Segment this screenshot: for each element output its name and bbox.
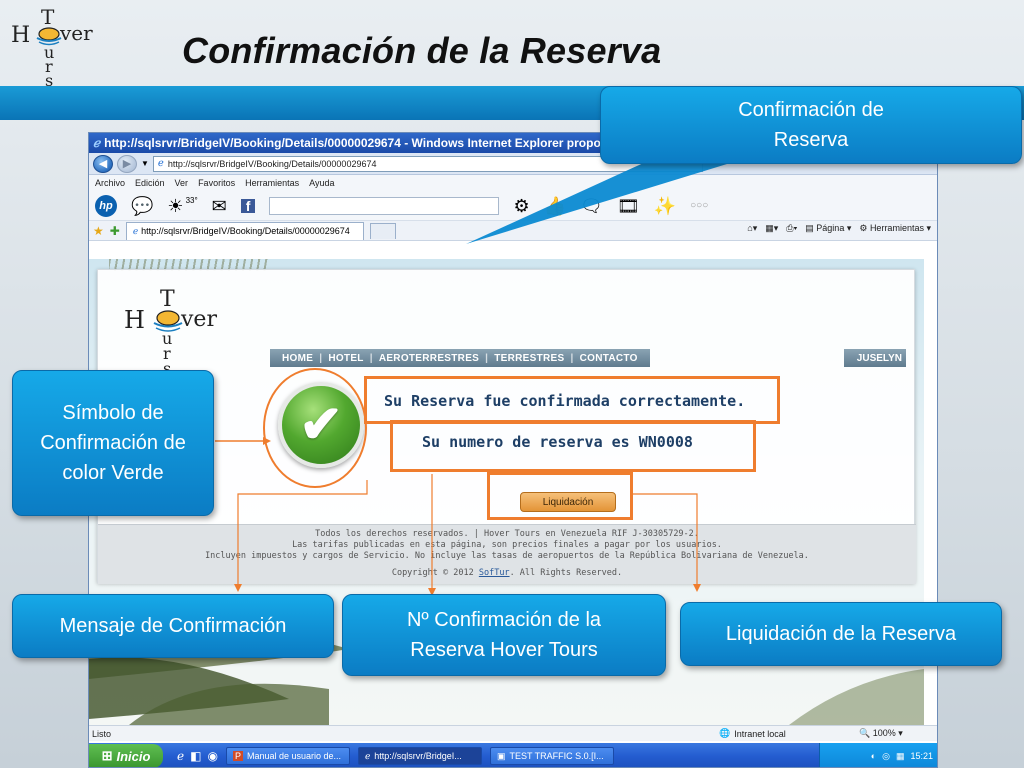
toolbar-more-icon[interactable]: ○○○: [690, 200, 708, 211]
nav-contacto[interactable]: CONTACTO: [574, 353, 644, 364]
toolbar: hp 💬 ☀ 33° ✉ f ⚙ 👍 🗨 🎞 ✨ ○○○: [89, 191, 937, 221]
footer-rights: Todos los derechos reservados. | Hover T…: [315, 529, 699, 539]
booking-details-card: T H ver u r s HOME | HOTEL | AEROTERRESTRE…: [97, 269, 916, 584]
footer-copyright: Copyright © 2012 SofTur. All Rights Rese…: [391, 568, 623, 578]
logo-letter-h: H: [11, 23, 30, 48]
toolbar-chat-icon[interactable]: 🗨: [580, 197, 603, 215]
menu-ayuda[interactable]: Ayuda: [309, 178, 334, 188]
footer-impuestos: Incluyen impuestos y cargos de Servicio.…: [205, 551, 809, 561]
logo-letter-t: T: [41, 5, 55, 29]
confirmation-message: Su Reserva fue confirmada correctamente.: [384, 392, 746, 410]
hover-tours-slide-logo: T H ver u r s: [11, 5, 93, 86]
status-bar: Listo 🌐 Intranet local 🔍 100% ▾: [89, 725, 937, 741]
page-menu[interactable]: ▤ Página ▾: [805, 223, 851, 234]
weather-temperature: 33°: [185, 196, 198, 205]
forward-button[interactable]: ▶: [117, 154, 137, 173]
nav-aeroterrestres[interactable]: AEROTERRESTRES: [373, 353, 485, 364]
weather-sun-icon[interactable]: ☀: [167, 197, 183, 215]
windows-flag-icon: ⊞: [101, 748, 113, 763]
globe-icon: 🌐: [719, 728, 731, 738]
callout-liquidacion-reserva: Liquidación de la Reserva: [680, 602, 1002, 666]
tools-menu[interactable]: ⚙ Herramientas ▾: [859, 223, 931, 234]
task-ie-page[interactable]: ℯ http://sqlsrvr/BridgeI...: [357, 747, 482, 765]
quick-launch: ℯ ◧ ◉: [177, 749, 218, 763]
svg-text:H: H: [124, 306, 145, 334]
print-icon[interactable]: ⎙▾: [786, 223, 797, 234]
slide-title: Confirmación de la Reserva: [182, 30, 662, 71]
callout-numero-confirmacion: Nº Confirmación de la Reserva Hover Tour…: [342, 594, 666, 676]
powerpoint-icon: P: [232, 751, 243, 761]
feeds-icon[interactable]: ▦▾: [765, 223, 778, 234]
facebook-icon[interactable]: f: [240, 198, 256, 213]
favorites-star-icon[interactable]: ★: [93, 224, 104, 238]
callout-simbolo-verde: Símbolo de Confirmación de color Verde: [12, 370, 214, 516]
tray-app-icon[interactable]: ▦: [896, 751, 905, 762]
app-window-icon: ▣: [496, 750, 506, 761]
menu-herramientas[interactable]: Herramientas: [245, 178, 299, 188]
site-footer: Todos los derechos reservados. | Hover T…: [98, 524, 916, 584]
tray-network-icon[interactable]: ◐: [871, 751, 876, 761]
menu-edicion[interactable]: Edición: [135, 178, 165, 188]
toolbar-bubbles-icon[interactable]: 💬: [131, 197, 153, 215]
toolbar-tool-icon[interactable]: ⚙: [513, 197, 529, 215]
task-manual-usuario[interactable]: P Manual de usuario de...: [225, 747, 350, 765]
check-highlight-ring: [263, 368, 367, 488]
clock: 15:21: [910, 751, 933, 761]
menu-ver[interactable]: Ver: [175, 178, 189, 188]
nav-hotel[interactable]: HOTEL: [322, 353, 369, 364]
svg-text:T: T: [160, 287, 175, 312]
footer-tarifas: Las tarifas publicadas en esta página, s…: [292, 540, 722, 550]
system-tray: ◐ ◎ ▦ 15:21: [819, 743, 937, 767]
nav-terrestres[interactable]: TERRESTRES: [488, 353, 570, 364]
tab-current-page[interactable]: ℯ http://sqlsrvr/BridgeIV/Booking/Detail…: [125, 221, 364, 240]
callout-mensaje-confirmacion: Mensaje de Confirmación: [12, 594, 334, 658]
menu-bar: Archivo Edición Ver Favoritos Herramient…: [89, 175, 937, 191]
new-tab-button[interactable]: [369, 222, 396, 239]
ie-logo-icon: ℯ: [93, 136, 101, 150]
logo-word-ver: ver: [59, 21, 93, 45]
add-favorite-icon[interactable]: ✚: [110, 224, 120, 238]
history-dropdown-icon[interactable]: ▼: [141, 159, 149, 168]
windows-taskbar: ⊞ Inicio ℯ ◧ ◉ P Manual de usuario de...…: [89, 743, 937, 767]
nav-home[interactable]: HOME: [276, 353, 319, 364]
tab-favicon-icon: ℯ: [132, 225, 139, 236]
site-navigation: HOME | HOTEL | AEROTERRESTRES | TERRESTRES |…: [270, 349, 650, 367]
toolbar-like-icon[interactable]: 👍: [544, 197, 566, 215]
toolbar-mail-icon[interactable]: ✉: [212, 197, 227, 215]
security-zone[interactable]: 🌐 Intranet local: [719, 728, 786, 739]
quick-outlook-icon[interactable]: ◧: [190, 749, 201, 763]
home-icon[interactable]: ⌂▾: [747, 223, 757, 234]
user-menu[interactable]: JUSELYN: [844, 349, 906, 367]
task-ie-icon: ℯ: [364, 750, 371, 761]
quick-ie-icon[interactable]: ℯ: [177, 749, 184, 763]
hover-tours-site-logo[interactable]: T H ver u r s: [120, 284, 220, 376]
command-bar: ⌂▾ ▦▾ ⎙▾ ▤ Página ▾ ⚙ Herramientas ▾: [747, 223, 931, 234]
tray-shield-icon[interactable]: ◎: [882, 751, 890, 762]
toolbar-film-icon[interactable]: 🎞: [617, 197, 640, 215]
task-test-traffic[interactable]: ▣ TEST TRAFFIC S.0.[I...: [489, 747, 614, 765]
svg-text:ver: ver: [180, 307, 217, 332]
back-button[interactable]: ◀: [93, 154, 113, 173]
hp-logo-icon[interactable]: hp: [95, 194, 117, 217]
zoom-level[interactable]: 🔍 100% ▾: [859, 728, 903, 739]
menu-archivo[interactable]: Archivo: [95, 178, 125, 188]
reservation-number: Su numero de reserva es WN0008: [422, 433, 693, 451]
page-favicon-icon: ℯ: [157, 158, 164, 169]
quick-desktop-icon[interactable]: ◉: [207, 749, 217, 763]
window-title: http://sqlsrvr/BridgeIV/Booking/Details/…: [104, 136, 645, 150]
callout-confirmacion-reserva: Confirmación de Reserva: [600, 86, 1022, 164]
favorites-bar: ★ ✚ ℯ http://sqlsrvr/BridgeIV/Booking/De…: [89, 221, 937, 241]
liquidacion-button[interactable]: Liquidación: [520, 492, 616, 512]
toolbar-search-input[interactable]: [269, 196, 500, 215]
toolbar-magic-icon[interactable]: ✨: [654, 197, 676, 215]
tab-label: http://sqlsrvr/BridgeIV/Booking/Details/…: [141, 226, 350, 236]
status-text: Listo: [92, 728, 112, 739]
svg-text:s: s: [45, 71, 53, 86]
softur-link[interactable]: SofTur: [479, 568, 510, 578]
start-button[interactable]: ⊞ Inicio: [89, 744, 163, 767]
address-text: http://sqlsrvr/BridgeIV/Booking/Details/…: [167, 158, 377, 169]
menu-favoritos[interactable]: Favoritos: [198, 178, 235, 188]
